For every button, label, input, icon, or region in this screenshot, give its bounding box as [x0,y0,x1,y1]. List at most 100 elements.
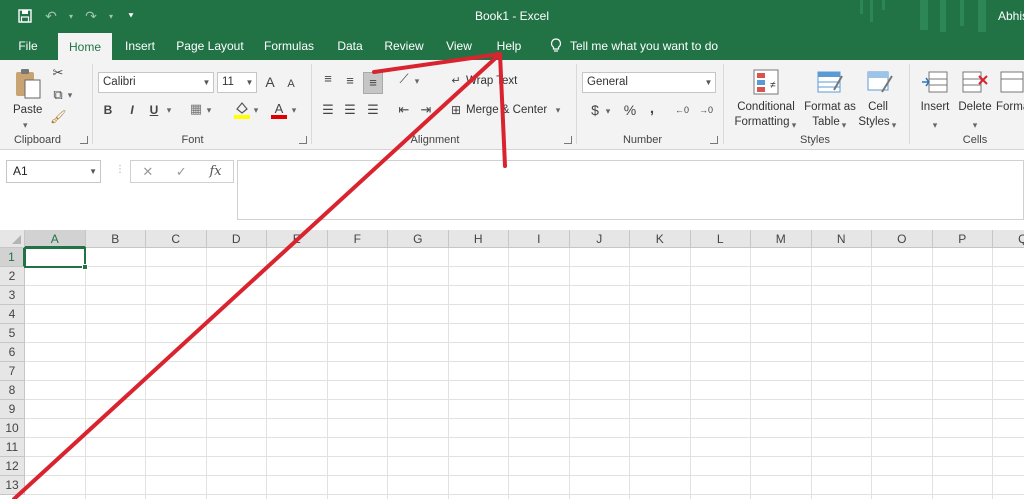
format-cells-button[interactable]: Format [995,66,1024,132]
bold-button[interactable]: B [100,101,116,119]
row-header[interactable]: 2 [0,267,25,286]
insert-cells-button[interactable]: Insert ▾ [916,66,954,132]
row-header[interactable]: 13 [0,476,25,495]
column-header[interactable]: H [448,230,509,248]
separator [576,64,577,144]
column-header[interactable]: D [206,230,267,248]
grow-font-icon[interactable]: A [262,73,278,91]
align-bottom-icon[interactable]: ≡ [364,74,382,92]
tell-me-search[interactable]: Tell me what you want to do [550,32,718,60]
align-left-icon[interactable]: ☰ [319,101,337,119]
increase-indent-icon[interactable]: ⇥ [417,101,435,119]
tab-view[interactable]: View [438,32,480,60]
column-header[interactable]: J [569,230,630,248]
cell-styles-button[interactable]: Cell Styles ▾ [858,66,902,132]
format-as-table-button[interactable]: Format as Table ▾ [802,66,858,132]
align-middle-icon[interactable]: ≡ [341,72,359,90]
fill-color-dropdown-icon[interactable]: ▾ [252,101,260,119]
clipboard-launcher-icon[interactable] [80,136,88,144]
column-header[interactable]: O [872,230,933,248]
delete-cells-button[interactable]: Delete ▾ [956,66,994,132]
copy-dropdown-icon[interactable]: ▾ [66,86,74,104]
enter-icon[interactable]: ✓ [176,164,187,180]
shrink-font-icon[interactable]: A [284,75,298,93]
wrap-text-button[interactable]: ↵ Wrap Text [446,72,526,92]
orientation-dropdown-icon[interactable]: ▾ [413,72,421,90]
tab-file[interactable]: File [10,32,46,60]
column-header[interactable]: L [690,230,751,248]
column-header[interactable]: E [267,230,328,248]
row-header[interactable]: 12 [0,457,25,476]
row-header[interactable]: 6 [0,343,25,362]
column-header[interactable]: K [630,230,691,248]
paste-dropdown-icon[interactable]: ▾ [23,116,28,134]
tab-home[interactable]: Home [58,33,112,60]
number-format-combo[interactable]: General ▼ [582,72,716,93]
column-header[interactable]: I [509,230,570,248]
row-header[interactable]: 7 [0,362,25,381]
underline-button[interactable]: U [146,101,162,119]
font-launcher-icon[interactable] [299,136,307,144]
tab-formulas[interactable]: Formulas [258,32,320,60]
currency-icon[interactable]: $ [588,101,602,119]
row-header[interactable]: 4 [0,305,25,324]
tab-data[interactable]: Data [330,32,370,60]
font-color-button[interactable]: A [270,100,288,120]
select-all-button[interactable] [0,230,25,248]
row-header[interactable]: 1 [0,248,25,267]
percent-icon[interactable]: % [622,101,638,119]
tab-insert[interactable]: Insert [118,32,162,60]
copy-icon[interactable]: ⧉ [50,86,66,104]
orientation-icon[interactable]: ⟋ [395,70,413,88]
align-top-icon[interactable]: ≡ [319,70,337,88]
conditional-formatting-button[interactable]: ≠ Conditional Formatting ▾ [730,66,802,132]
font-size-combo[interactable]: 11 ▼ [217,72,257,93]
fill-handle[interactable] [82,264,88,270]
worksheet-grid[interactable]: A B C D E F G H I J K L M N O P Q 1 2 3 4 5 6 7 8 9 10 11 12 13 [0,230,1024,499]
alignment-launcher-icon[interactable] [564,136,572,144]
underline-dropdown-icon[interactable]: ▾ [165,101,173,119]
column-header[interactable]: P [932,230,993,248]
tab-review[interactable]: Review [380,32,428,60]
column-header[interactable]: B [85,230,146,248]
column-header[interactable]: N [811,230,872,248]
italic-button[interactable]: I [124,101,140,119]
column-header[interactable]: Q [993,230,1024,248]
row-header[interactable]: 3 [0,286,25,305]
number-launcher-icon[interactable] [710,136,718,144]
borders-icon[interactable]: ▦ [188,100,204,118]
cancel-icon[interactable]: ✕ [142,164,153,180]
user-account-name[interactable]: Abhis [998,9,1024,23]
font-name-combo[interactable]: Calibri ▼ [98,72,214,93]
row-header[interactable]: 9 [0,400,25,419]
tab-page-layout[interactable]: Page Layout [172,32,248,60]
formula-input[interactable] [237,160,1024,220]
cut-icon[interactable]: ✂ [50,64,66,82]
tab-help[interactable]: Help [490,32,528,60]
format-painter-icon[interactable]: 🖌 [50,108,67,126]
borders-dropdown-icon[interactable]: ▾ [205,101,213,119]
decrease-indent-icon[interactable]: ⇤ [395,101,413,119]
decrease-decimal-icon[interactable]: →0 [697,101,715,119]
paste-button[interactable]: Paste ▾ [10,66,46,130]
row-header[interactable]: 11 [0,438,25,457]
column-header[interactable]: A [25,230,86,248]
merge-center-button[interactable]: ⊞ Merge & Center ▾ [446,101,566,121]
increase-decimal-icon[interactable]: ←0 [673,101,691,119]
column-header[interactable]: C [146,230,207,248]
name-box[interactable]: A1 ▼ [6,160,101,183]
row-header[interactable]: 10 [0,419,25,438]
fill-color-button[interactable] [233,100,251,120]
comma-style-icon[interactable]: , [646,100,658,118]
row-header[interactable]: 8 [0,381,25,400]
active-cell[interactable] [24,247,88,270]
column-header[interactable]: F [327,230,388,248]
insert-function-icon[interactable]: fx [209,164,221,179]
column-header[interactable]: G [388,230,449,248]
font-color-dropdown-icon[interactable]: ▾ [290,101,298,119]
align-center-icon[interactable]: ☰ [341,101,359,119]
align-right-icon[interactable]: ☰ [364,101,382,119]
currency-dropdown-icon[interactable]: ▾ [604,102,612,120]
row-header[interactable]: 5 [0,324,25,343]
column-header[interactable]: M [751,230,812,248]
